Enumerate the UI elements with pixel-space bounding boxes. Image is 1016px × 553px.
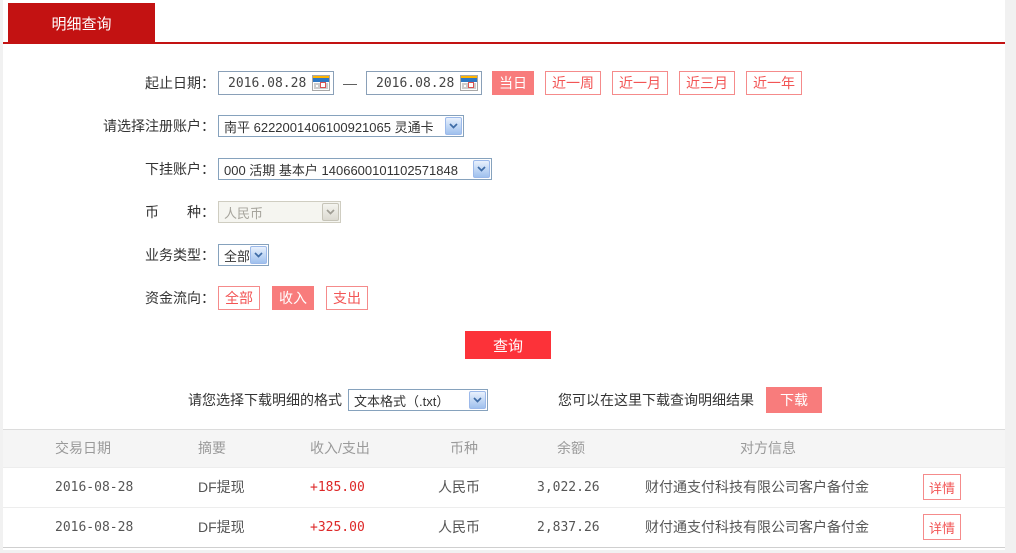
- header-currency: 币种: [450, 440, 478, 457]
- cell-balance: 2,837.26: [537, 519, 600, 535]
- cell-currency: 人民币: [438, 479, 480, 495]
- fund-flow-row: 资金流向： 全部 收入 支出: [3, 286, 1005, 310]
- cell-date: 2016-08-28: [55, 479, 134, 495]
- date-range-separator: —: [343, 75, 357, 91]
- start-date-field[interactable]: [218, 71, 334, 95]
- business-type-value: 全部: [224, 248, 249, 264]
- quick-range-today-button[interactable]: 当日: [492, 71, 534, 95]
- download-hint: 您可以在这里下载查询明细结果: [558, 392, 754, 408]
- currency-select: 人民币: [218, 201, 341, 223]
- cell-balance: 3,022.26: [537, 479, 600, 495]
- chevron-down-icon[interactable]: [469, 391, 486, 409]
- detail-button[interactable]: 详情: [923, 514, 961, 540]
- header-balance: 余额: [557, 440, 585, 457]
- cell-summary: DF提现: [198, 479, 245, 495]
- end-date-input[interactable]: [376, 75, 454, 91]
- detail-button[interactable]: 详情: [923, 474, 961, 500]
- date-range-row: 起止日期： — 当日 近一周 近一月 近三月 近一年: [3, 71, 1005, 95]
- sub-account-select[interactable]: 000 活期 基本户 1406600101102571848: [218, 158, 492, 180]
- register-account-label: 请选择注册账户：: [103, 118, 215, 134]
- query-button[interactable]: 查询: [465, 331, 551, 359]
- detail-query-page: 明细查询 起止日期： — 当日 近一周 近一月 近三月 近一年: [0, 0, 1016, 553]
- cell-currency: 人民币: [438, 519, 480, 535]
- start-date-input[interactable]: [228, 75, 306, 91]
- register-account-value: 南平 6222001406100921065 灵通卡: [224, 119, 434, 135]
- header-counterparty: 对方信息: [740, 440, 796, 457]
- chevron-down-icon[interactable]: [445, 117, 462, 135]
- fund-flow-label: 资金流向：: [145, 290, 215, 306]
- cell-counterparty: 财付通支付科技有限公司客户备付金: [645, 519, 869, 535]
- quick-range-quarter-button[interactable]: 近三月: [679, 71, 735, 95]
- business-type-row: 业务类型： 全部: [3, 243, 1005, 267]
- download-row: 请您选择下载明细的格式 文本格式（.txt） 您可以在这里下载查询明细结果 下载: [188, 387, 1005, 413]
- chevron-down-icon: [322, 203, 339, 221]
- calendar-icon[interactable]: [312, 75, 330, 91]
- sub-account-row: 下挂账户： 000 活期 基本户 1406600101102571848: [3, 157, 1005, 181]
- table-row: 2016-08-28 DF提现 +325.00 人民币 2,837.26 财付通…: [3, 507, 1005, 547]
- currency-value: 人民币: [224, 205, 264, 221]
- results-table: 交易日期 摘要 收入/支出 币种 余额 对方信息 2016-08-28 DF提现…: [3, 429, 1005, 548]
- query-form: 起止日期： — 当日 近一周 近一月 近三月 近一年 请选择注册账户：: [3, 44, 1005, 359]
- business-type-select[interactable]: 全部: [218, 244, 269, 266]
- download-button[interactable]: 下载: [766, 387, 822, 413]
- cell-amount: +185.00: [310, 479, 365, 495]
- date-range-label: 起止日期：: [145, 75, 215, 91]
- cell-amount: +325.00: [310, 519, 365, 535]
- register-account-select[interactable]: 南平 6222001406100921065 灵通卡: [218, 115, 464, 137]
- table-row: 2016-08-28 DF提现 +185.00 人民币 3,022.26 财付通…: [3, 467, 1005, 507]
- quick-range-week-button[interactable]: 近一周: [545, 71, 601, 95]
- business-type-label: 业务类型：: [145, 247, 215, 263]
- chevron-down-icon[interactable]: [250, 246, 267, 264]
- fund-flow-income-button[interactable]: 收入: [272, 286, 314, 310]
- cell-counterparty: 财付通支付科技有限公司客户备付金: [645, 479, 869, 495]
- header-summary: 摘要: [198, 440, 226, 457]
- cell-summary: DF提现: [198, 519, 245, 535]
- content-panel: 明细查询 起止日期： — 当日 近一周 近一月 近三月 近一年: [3, 0, 1005, 550]
- table-header-row: 交易日期 摘要 收入/支出 币种 余额 对方信息: [3, 430, 1005, 467]
- fund-flow-expense-button[interactable]: 支出: [326, 286, 368, 310]
- download-format-value: 文本格式（.txt）: [354, 393, 450, 409]
- sub-account-value: 000 活期 基本户 1406600101102571848: [224, 162, 458, 178]
- header-amount: 收入/支出: [310, 440, 370, 457]
- cell-date: 2016-08-28: [55, 519, 134, 535]
- calendar-icon[interactable]: [460, 75, 478, 91]
- tab-bar: 明细查询: [3, 0, 1005, 44]
- tab-detail-query[interactable]: 明细查询: [8, 3, 155, 44]
- chevron-down-icon[interactable]: [473, 160, 490, 178]
- download-format-select[interactable]: 文本格式（.txt）: [348, 389, 488, 411]
- quick-range-year-button[interactable]: 近一年: [746, 71, 802, 95]
- currency-label: 币 种：: [145, 204, 215, 220]
- register-account-row: 请选择注册账户： 南平 6222001406100921065 灵通卡: [3, 114, 1005, 138]
- sub-account-label: 下挂账户：: [145, 161, 215, 177]
- fund-flow-all-button[interactable]: 全部: [218, 286, 260, 310]
- currency-row: 币 种： 人民币: [3, 200, 1005, 224]
- end-date-field[interactable]: [366, 71, 482, 95]
- header-actions: [913, 430, 1005, 467]
- download-format-label: 请您选择下载明细的格式: [188, 392, 342, 408]
- header-date: 交易日期: [55, 440, 111, 457]
- quick-range-month-button[interactable]: 近一月: [612, 71, 668, 95]
